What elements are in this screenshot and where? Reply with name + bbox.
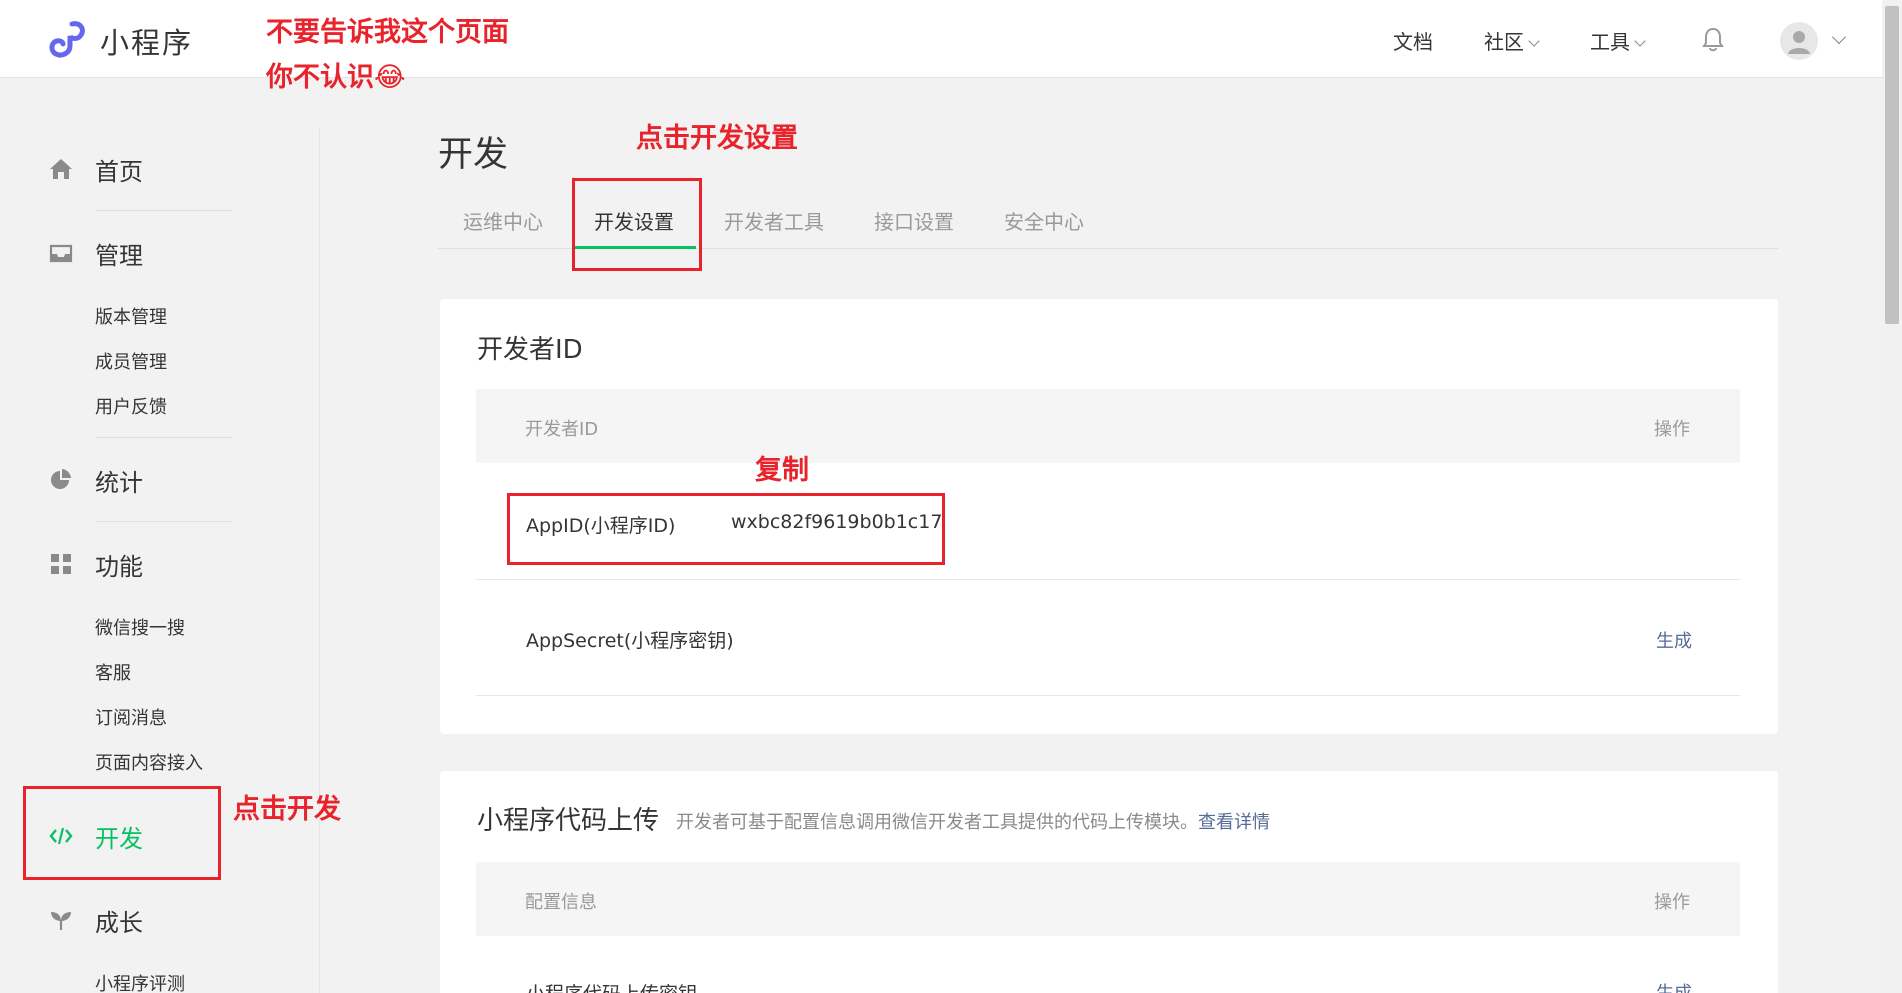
column-header-action: 操作 [1654,892,1690,913]
nav-tools-menu[interactable]: 工具 [1590,26,1646,55]
annotation-text: 复制 [755,455,809,486]
scrollbar-thumb[interactable] [1885,6,1899,324]
sidebar-subitem-evaluation[interactable]: 小程序评测 [95,970,185,993]
column-header-action: 操作 [1654,419,1690,440]
divider [95,210,232,211]
chevron-down-icon [1634,35,1646,47]
sidebar-subitem-version-manage[interactable]: 版本管理 [95,303,167,329]
generate-upload-key-link[interactable]: 生成 [1656,979,1692,993]
view-details-link[interactable]: 查看详情 [1198,812,1270,833]
sidebar-item-manage[interactable]: 管理 [48,233,143,273]
page-scrollbar[interactable] [1882,0,1902,993]
sidebar-item-label: 首页 [95,157,143,186]
card-description-text: 开发者可基于配置信息调用微信开发者工具提供的代码上传模块。 [676,812,1198,833]
chevron-down-icon [1528,35,1540,47]
sidebar-item-features[interactable]: 功能 [48,544,143,584]
row-divider [476,579,1740,580]
tab-api-settings[interactable]: 接口设置 [874,206,954,235]
column-header: 开发者ID [525,419,599,440]
home-icon [48,156,74,182]
code-upload-card: 小程序代码上传 开发者可基于配置信息调用微信开发者工具提供的代码上传模块。查看详… [440,771,1778,993]
brand-name[interactable]: 小程序 [100,20,193,62]
annotation-text: 点击开发设置 [636,123,798,154]
card-title: 开发者ID [477,335,583,365]
sidebar-subitem-subscribe-message[interactable]: 订阅消息 [95,704,167,730]
sidebar-subitem-page-content[interactable]: 页面内容接入 [95,749,203,775]
chevron-down-icon[interactable] [1831,29,1847,45]
highlight-box [507,493,945,565]
divider [95,521,232,522]
tab-security-center[interactable]: 安全中心 [1004,206,1084,235]
row-divider [476,695,1740,696]
upload-key-label: 小程序代码上传密钥 [526,979,697,993]
sidebar-item-label: 成长 [95,908,143,937]
tab-dev-tools[interactable]: 开发者工具 [724,206,824,235]
inbox-icon [48,240,74,266]
card-title: 小程序代码上传 [477,806,660,836]
bell-icon[interactable] [1702,26,1724,52]
user-avatar[interactable] [1780,22,1818,60]
sprout-icon [48,907,74,933]
nav-tools-label: 工具 [1590,30,1630,54]
column-header: 配置信息 [525,892,597,913]
table-header: 配置信息 操作 [476,862,1740,936]
annotation-text: 不要告诉我这个页面 [266,17,509,48]
nav-docs-link[interactable]: 文档 [1393,26,1433,55]
generate-secret-link[interactable]: 生成 [1656,627,1692,653]
nav-community-menu[interactable]: 社区 [1484,26,1540,55]
sidebar-subitem-customer-service[interactable]: 客服 [95,659,131,685]
highlight-box [23,786,221,880]
sidebar-subitem-member-manage[interactable]: 成员管理 [95,348,167,374]
sidebar-item-growth[interactable]: 成长 [48,900,143,940]
sidebar-subitem-user-feedback[interactable]: 用户反馈 [95,393,167,419]
sidebar-item-label: 统计 [95,468,143,497]
page-title: 开发 [438,135,509,175]
highlight-box [572,178,702,271]
table-header: 开发者ID 操作 [476,389,1740,463]
appsecret-label: AppSecret(小程序密钥) [526,630,734,652]
annotation-text: 你不认识😂 [266,62,406,93]
pie-chart-icon [48,467,74,493]
nav-community-label: 社区 [1484,30,1524,54]
tab-ops-center[interactable]: 运维中心 [463,206,543,235]
card-description: 开发者可基于配置信息调用微信开发者工具提供的代码上传模块。查看详情 [676,808,1270,834]
sidebar-item-stats[interactable]: 统计 [48,460,143,500]
sidebar-subitem-wechat-search[interactable]: 微信搜一搜 [95,614,185,640]
mini-program-logo-icon[interactable] [48,20,90,58]
sidebar-item-home[interactable]: 首页 [48,149,143,189]
grid-icon [48,551,74,577]
divider [95,437,232,438]
sidebar-item-label: 管理 [95,241,143,270]
annotation-text: 点击开发 [233,794,341,825]
user-icon [1788,31,1810,54]
sidebar-item-label: 功能 [95,552,143,581]
